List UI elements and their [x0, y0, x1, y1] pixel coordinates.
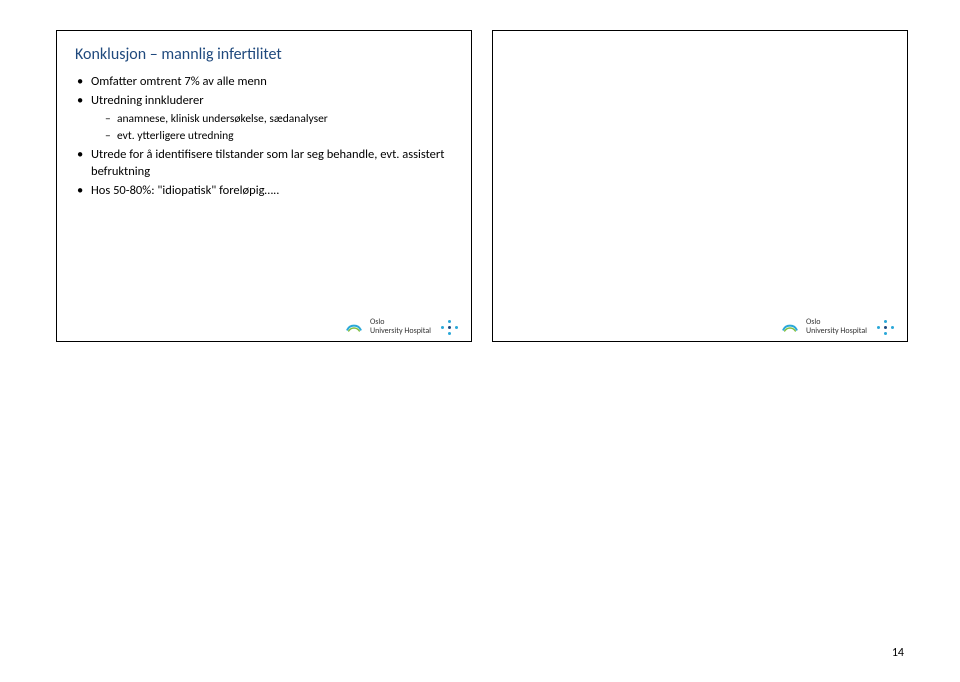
bullet-item: Utrede for å identifisere tilstander som…	[77, 147, 453, 181]
bullet-text: Utredning innkluderer	[91, 93, 204, 108]
slide-left-content: Konklusjon – mannlig infertilitet Omfatt…	[57, 31, 471, 199]
bullet-text: Omfatter omtrent 7% av alle menn	[91, 74, 267, 89]
sub-item: anamnese, klinisk undersøkelse, sædanaly…	[105, 112, 453, 128]
bullet-text: Utrede for å identifisere tilstander som…	[91, 147, 444, 179]
slide-title: Konklusjon – mannlig infertilitet	[75, 45, 453, 64]
slide-left: Konklusjon – mannlig infertilitet Omfatt…	[56, 30, 472, 342]
logo-text: Oslo University Hospital	[806, 318, 867, 335]
dots-icon	[877, 320, 895, 334]
page-number: 14	[892, 646, 904, 660]
bullet-item: Hos 50-80%: "idiopatisk" foreløpig…..	[77, 183, 453, 200]
brand-line2: University Hospital	[370, 327, 431, 335]
logo-swoosh-icon	[346, 320, 362, 334]
page: Konklusjon – mannlig infertilitet Omfatt…	[0, 0, 960, 682]
bullet-list: Omfatter omtrent 7% av alle menn Utredni…	[77, 74, 453, 199]
bullet-item: Omfatter omtrent 7% av alle menn	[77, 74, 453, 91]
slide-footer: Oslo University Hospital	[782, 318, 895, 335]
bullet-item: Utredning innkluderer anamnese, klinisk …	[77, 93, 453, 145]
sub-item: evt. ytterligere utredning	[105, 129, 453, 145]
slide-footer: Oslo University Hospital	[346, 318, 459, 335]
dots-icon	[441, 320, 459, 334]
logo-text: Oslo University Hospital	[370, 318, 431, 335]
sub-list: anamnese, klinisk undersøkelse, sædanaly…	[91, 112, 453, 145]
brand-line2: University Hospital	[806, 327, 867, 335]
logo-swoosh-icon	[782, 320, 798, 334]
slide-right: Oslo University Hospital	[492, 30, 908, 342]
bullet-text: Hos 50-80%: "idiopatisk" foreløpig…..	[91, 183, 279, 198]
